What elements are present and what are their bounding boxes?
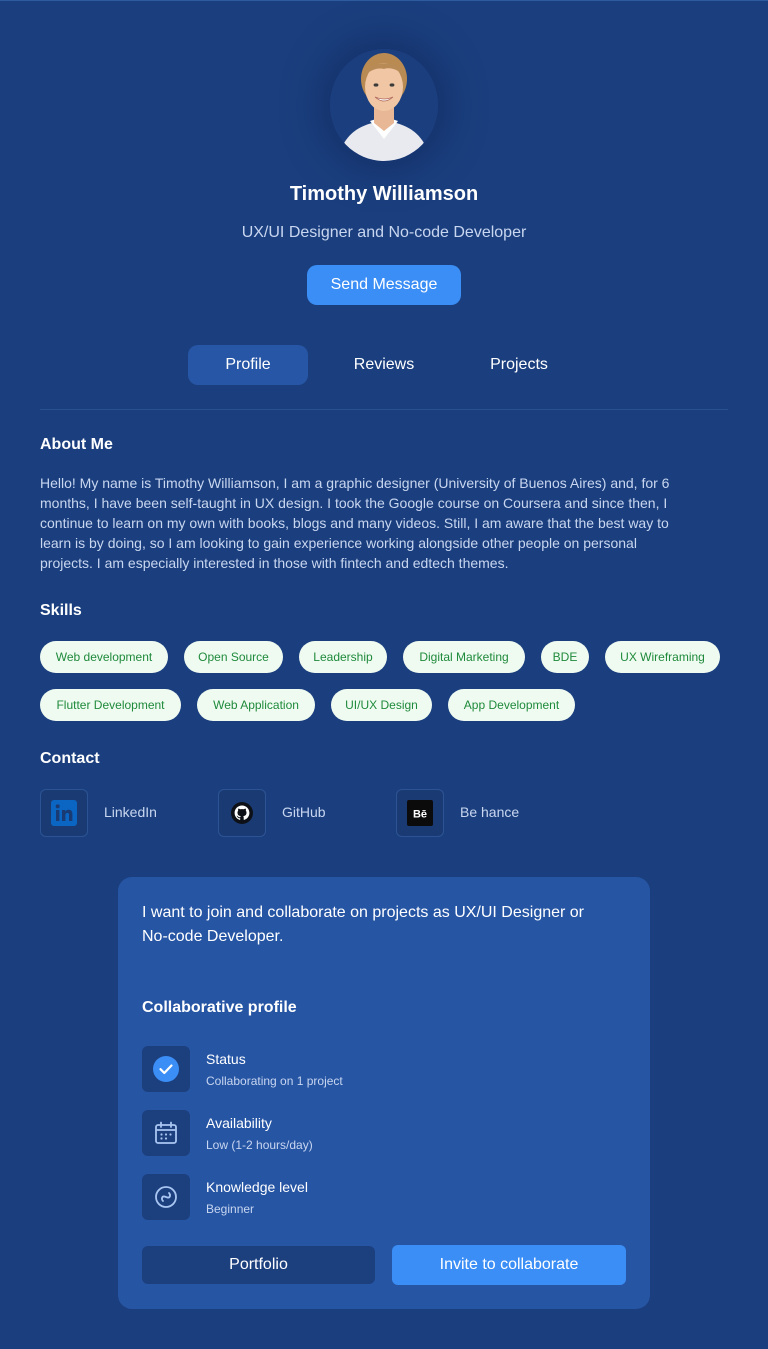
tabs-divider: [40, 409, 728, 410]
profile-page: Timothy Williamson UX/UI Designer and No…: [0, 0, 768, 1349]
skill-chip: Web development: [40, 641, 168, 673]
skills-title: Skills: [40, 602, 82, 619]
check-circle-icon: [142, 1046, 190, 1092]
behance-link[interactable]: Be hance: [460, 804, 519, 820]
avatar: [330, 49, 438, 161]
portfolio-button[interactable]: Portfolio: [142, 1246, 375, 1284]
about-line: continue to learn on my own with books, …: [40, 515, 669, 531]
send-message-button[interactable]: Send Message: [307, 265, 461, 305]
collab-intro-line: I want to join and collaborate on projec…: [142, 904, 585, 921]
about-line: Hello! My name is Timothy Williamson, I …: [40, 475, 670, 491]
knowledge-value: Beginner: [206, 1202, 255, 1216]
linkedin-icon[interactable]: [40, 789, 88, 837]
contact-title: Contact: [40, 750, 100, 767]
collab-intro-line: No-code Developer.: [142, 928, 284, 945]
availability-value: Low (1-2 hours/day): [206, 1138, 313, 1152]
behance-icon[interactable]: Bē: [396, 789, 444, 837]
tab-projects[interactable]: Projects: [459, 345, 579, 385]
status-value: Collaborating on 1 project: [206, 1074, 343, 1088]
linkedin-link[interactable]: LinkedIn: [104, 804, 157, 820]
skill-chip: BDE: [541, 641, 589, 673]
profile-name: Timothy Williamson: [289, 183, 479, 205]
about-line: months, I have been self-taught in UX de…: [40, 495, 668, 511]
knowledge-title: Knowledge level: [206, 1179, 308, 1195]
availability-title: Availability: [206, 1115, 272, 1131]
skill-chip: Leadership: [299, 641, 387, 673]
skill-chip: Flutter Development: [40, 689, 181, 721]
profile-role: UX/UI Designer and No-code Developer: [241, 224, 527, 241]
about-title: About Me: [40, 436, 113, 453]
github-link[interactable]: GitHub: [282, 804, 326, 820]
svg-text:Bē: Bē: [413, 809, 427, 821]
calendar-icon: [142, 1110, 190, 1156]
about-line: learn is by doing, so I am looking to ga…: [40, 535, 637, 551]
skill-chip: UX Wireframing: [605, 641, 720, 673]
skill-chip: UI/UX Design: [331, 689, 432, 721]
skill-chip: Open Source: [184, 641, 283, 673]
collab-title: Collaborative profile: [142, 999, 297, 1016]
about-text: Hello! My name is Timothy Williamson, I …: [40, 473, 730, 573]
level-icon: [142, 1174, 190, 1220]
tab-reviews[interactable]: Reviews: [324, 345, 444, 385]
skill-chip: Web Application: [197, 689, 315, 721]
skill-chip: App Development: [448, 689, 575, 721]
invite-to-collaborate-button[interactable]: Invite to collaborate: [392, 1245, 626, 1285]
skill-chip: Digital Marketing: [403, 641, 525, 673]
github-icon[interactable]: [218, 789, 266, 837]
tab-profile[interactable]: Profile: [188, 345, 308, 385]
collab-intro: I want to join and collaborate on projec…: [142, 901, 632, 949]
collaboration-card: I want to join and collaborate on projec…: [118, 877, 650, 1309]
status-title: Status: [206, 1051, 246, 1067]
about-line: projects. I am especially interested in …: [40, 555, 509, 571]
